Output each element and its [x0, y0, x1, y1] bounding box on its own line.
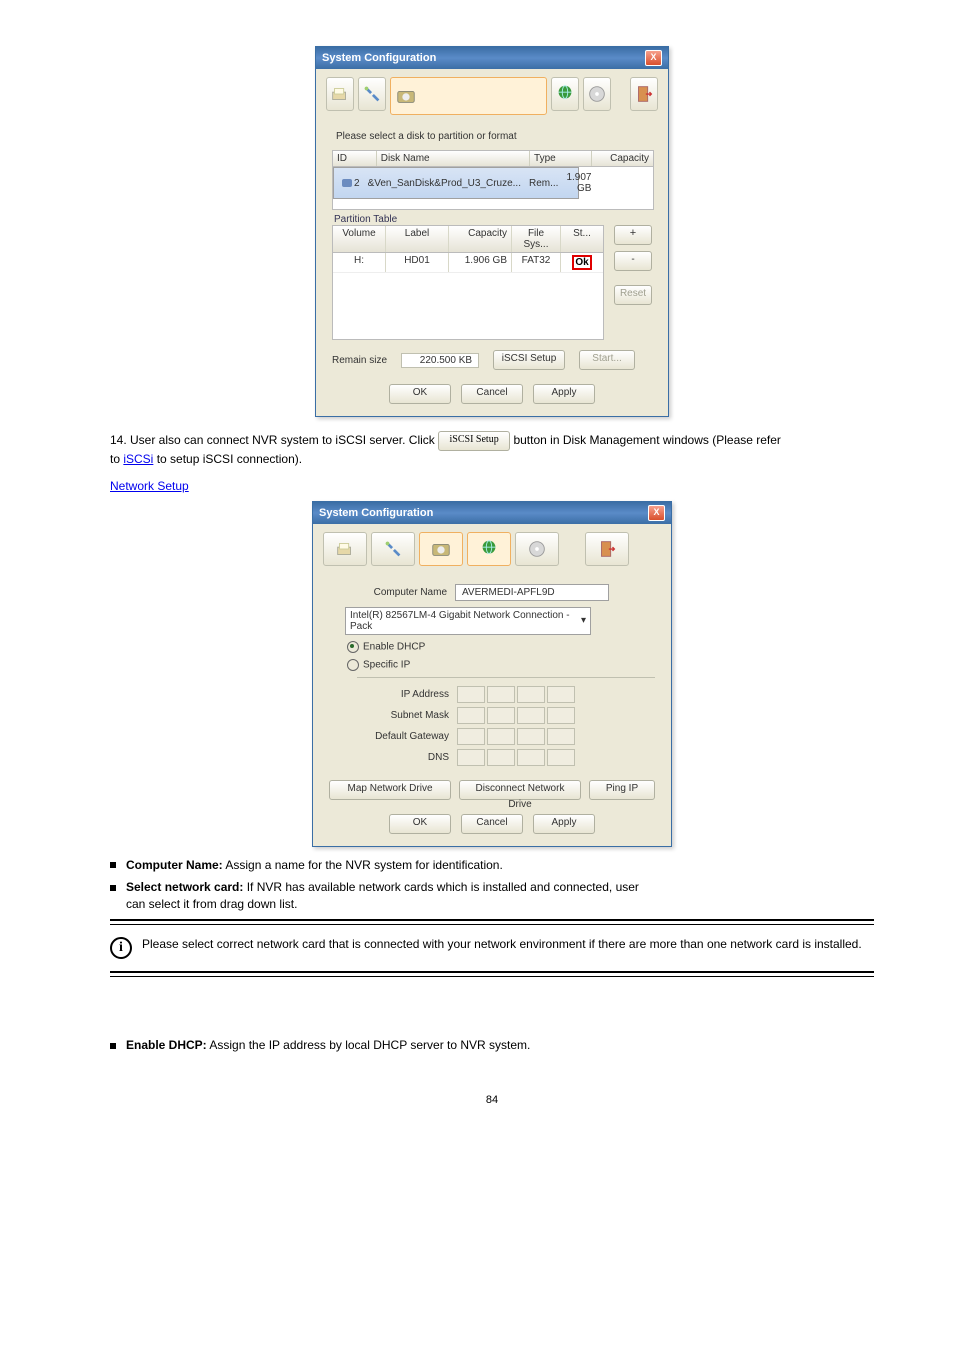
window-title: System Configuration	[322, 52, 436, 64]
enable-dhcp-label: Enable DHCP	[363, 641, 425, 652]
toolbar	[313, 524, 671, 574]
remove-partition-button[interactable]: -	[614, 251, 652, 271]
system-configuration-dialog-disk: System Configuration X Please select a d…	[315, 46, 669, 417]
toolbar-btn-disk[interactable]	[390, 77, 546, 115]
bullet-select-nic: Select network card: If NVR has availabl…	[110, 879, 874, 913]
disk-table[interactable]: ID Disk Name Type Capacity 2 &Ven_SanDis…	[332, 150, 654, 210]
page-number: 84	[110, 1094, 874, 1106]
ping-ip-button[interactable]: Ping IP	[589, 780, 655, 800]
window-title: System Configuration	[319, 507, 433, 519]
step-14: 14. User also can connect NVR system to …	[110, 431, 874, 468]
toolbar-btn-tools[interactable]	[371, 532, 415, 566]
ip-address-field[interactable]	[457, 686, 575, 703]
network-setup-link[interactable]: Network Setup	[110, 479, 189, 493]
start-button[interactable]: Start...	[579, 350, 635, 370]
bullet-icon	[110, 885, 116, 891]
computer-name-label: Computer Name	[355, 587, 447, 598]
toolbar-btn-exit[interactable]	[585, 532, 629, 566]
disconnect-network-drive-button[interactable]: Disconnect Network Drive	[459, 780, 581, 800]
instruction-text: Please select a disk to partition or for…	[336, 131, 652, 142]
chevron-down-icon: ▾	[581, 615, 586, 626]
specific-ip-radio[interactable]	[347, 659, 359, 671]
default-gateway-label: Default Gateway	[357, 731, 449, 742]
toolbar	[316, 69, 668, 123]
disk-row[interactable]: 2 &Ven_SanDisk&Prod_U3_Cruze... Rem... 1…	[333, 167, 579, 199]
system-configuration-dialog-network: System Configuration X Computer Name AVE…	[312, 501, 672, 847]
cancel-button[interactable]: Cancel	[461, 814, 523, 834]
toolbar-btn-disc[interactable]	[583, 77, 611, 111]
remain-size-label: Remain size	[332, 355, 387, 366]
col-status: St...	[561, 226, 603, 252]
bullet-computer-name: Computer Name: Assign a name for the NVR…	[110, 857, 874, 874]
nic-select[interactable]: Intel(R) 82567LM-4 Gigabit Network Conne…	[345, 607, 655, 635]
iscsi-setup-button[interactable]: iSCSI Setup	[493, 350, 565, 370]
ip-address-label: IP Address	[357, 689, 449, 700]
iscsi-link[interactable]: iSCSi	[123, 452, 153, 466]
toolbar-btn-tools[interactable]	[358, 77, 386, 111]
remain-size-value: 220.500 KB	[401, 353, 479, 368]
toolbar-btn-system[interactable]	[326, 77, 354, 111]
bullet-icon	[110, 862, 116, 868]
iscsi-setup-inline-button: iSCSI Setup	[438, 431, 510, 451]
col-capacity: Capacity	[592, 151, 653, 166]
bullet-enable-dhcp: Enable DHCP: Assign the IP address by lo…	[110, 1037, 874, 1054]
col-id: ID	[333, 151, 377, 166]
col-label: Label	[386, 226, 449, 252]
col-volume: Volume	[333, 226, 386, 252]
specific-ip-label: Specific IP	[363, 659, 410, 670]
col-type: Type	[530, 151, 592, 166]
toolbar-btn-network[interactable]	[551, 77, 579, 111]
titlebar[interactable]: System Configuration X	[316, 47, 668, 69]
partition-table-label: Partition Table	[334, 214, 652, 225]
disk-icon	[342, 179, 352, 187]
close-icon[interactable]: X	[648, 505, 665, 521]
col-diskname: Disk Name	[377, 151, 530, 166]
dns-label: DNS	[357, 752, 449, 763]
section-heading: Network Setup	[110, 478, 874, 495]
ok-button[interactable]: OK	[389, 814, 451, 834]
partition-table[interactable]: Volume Label Capacity File Sys... St... …	[332, 225, 604, 340]
note-box: i Please select correct network card tha…	[110, 931, 874, 965]
enable-dhcp-radio[interactable]	[347, 641, 359, 653]
toolbar-btn-system[interactable]	[323, 532, 367, 566]
toolbar-btn-network[interactable]	[467, 532, 511, 566]
col-filesys: File Sys...	[512, 226, 561, 252]
dns-field[interactable]	[457, 749, 575, 766]
map-network-drive-button[interactable]: Map Network Drive	[329, 780, 451, 800]
partition-row[interactable]: H: HD01 1.906 GB FAT32 Ok	[333, 253, 603, 273]
note-text: Please select correct network card that …	[142, 937, 862, 951]
subnet-mask-field[interactable]	[457, 707, 575, 724]
subnet-mask-label: Subnet Mask	[357, 710, 449, 721]
apply-button[interactable]: Apply	[533, 384, 595, 404]
default-gateway-field[interactable]	[457, 728, 575, 745]
toolbar-btn-disk[interactable]	[419, 532, 463, 566]
col-capacity2: Capacity	[449, 226, 512, 252]
close-icon[interactable]: X	[645, 50, 662, 66]
status-ok-highlighted: Ok	[572, 255, 591, 270]
toolbar-btn-exit[interactable]	[630, 77, 658, 111]
cancel-button[interactable]: Cancel	[461, 384, 523, 404]
reset-button[interactable]: Reset	[614, 285, 652, 305]
computer-name-field[interactable]: AVERMEDI-APFL9D	[455, 584, 609, 601]
add-partition-button[interactable]: +	[614, 225, 652, 245]
titlebar[interactable]: System Configuration X	[313, 502, 671, 524]
ok-button[interactable]: OK	[389, 384, 451, 404]
apply-button[interactable]: Apply	[533, 814, 595, 834]
info-icon: i	[110, 937, 132, 959]
toolbar-btn-disc[interactable]	[515, 532, 559, 566]
bullet-icon	[110, 1043, 116, 1049]
